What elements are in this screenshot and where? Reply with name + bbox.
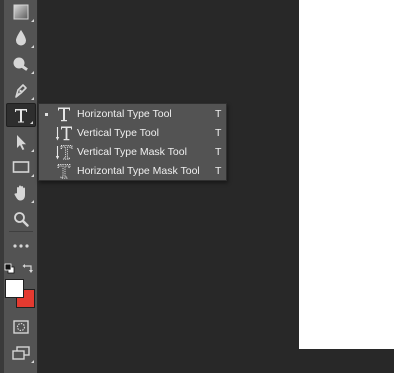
submenu-indicator xyxy=(31,71,34,74)
submenu-indicator xyxy=(31,174,34,177)
menu-item-label: Vertical Type Mask Tool xyxy=(77,146,187,158)
swap-colors-button[interactable] xyxy=(22,261,34,273)
menu-item-horizontal-type-mask-tool[interactable]: Horizontal Type Mask Tool T xyxy=(39,162,226,181)
toolbar-divider xyxy=(9,231,33,232)
submenu-indicator xyxy=(31,149,34,152)
shortcut-key: T xyxy=(215,127,222,139)
submenu-indicator xyxy=(31,45,34,48)
submenu-indicator xyxy=(31,200,34,203)
menu-item-label: Vertical Type Tool xyxy=(77,127,159,139)
arrow-icon xyxy=(17,134,26,150)
rectangle-tool-button[interactable] xyxy=(6,155,36,179)
menu-item-horizontal-type-tool[interactable]: Horizontal Type Tool T xyxy=(39,105,226,124)
magnifier-icon xyxy=(14,212,29,227)
menu-item-vertical-type-tool[interactable]: Vertical Type Tool T xyxy=(39,124,226,143)
ellipsis-icon xyxy=(13,244,29,248)
horizontal-type-mask-icon xyxy=(57,164,71,179)
quick-mask-button[interactable] xyxy=(6,315,36,339)
gradient-tool-button[interactable] xyxy=(6,0,36,24)
submenu-indicator xyxy=(31,360,34,363)
quick-mask-icon xyxy=(13,320,29,334)
type-icon xyxy=(15,108,27,122)
menu-item-label: Horizontal Type Mask Tool xyxy=(77,165,200,177)
vertical-type-mask-icon xyxy=(55,145,73,160)
drop-icon xyxy=(16,30,26,46)
screen-mode-icon xyxy=(12,346,30,360)
horizontal-type-icon xyxy=(58,107,70,122)
edit-toolbar-button[interactable] xyxy=(6,234,36,258)
zoom-tool-button[interactable] xyxy=(6,207,36,231)
path-selection-tool-button[interactable] xyxy=(6,130,36,154)
shortcut-key: T xyxy=(215,165,222,177)
hand-icon xyxy=(14,185,25,201)
default-colors-button[interactable] xyxy=(4,262,16,274)
blur-tool-button[interactable] xyxy=(6,26,36,50)
shortcut-key: T xyxy=(215,146,222,158)
rectangle-icon xyxy=(12,161,30,173)
pen-tool-button[interactable] xyxy=(6,78,36,102)
document-canvas[interactable] xyxy=(299,0,394,349)
hand-tool-button[interactable] xyxy=(6,181,36,205)
tools-panel xyxy=(4,0,38,373)
vertical-type-icon xyxy=(55,126,72,141)
gradient-icon xyxy=(13,4,29,20)
menu-item-label: Horizontal Type Tool xyxy=(77,108,172,120)
dodge-tool-button[interactable] xyxy=(6,52,36,76)
menu-item-vertical-type-mask-tool[interactable]: Vertical Type Mask Tool T xyxy=(39,143,226,162)
type-tool-button[interactable] xyxy=(6,103,36,127)
shortcut-key: T xyxy=(215,108,222,120)
screen-mode-button[interactable] xyxy=(6,341,36,365)
pen-icon xyxy=(15,83,27,98)
submenu-indicator xyxy=(30,121,33,124)
default-colors-icon xyxy=(4,263,15,274)
selected-bullet xyxy=(45,113,48,116)
submenu-indicator xyxy=(31,19,34,22)
foreground-color-swatch[interactable] xyxy=(5,279,24,298)
submenu-indicator xyxy=(31,97,34,100)
type-tool-flyout-menu: Horizontal Type Tool T Vertical Type Too… xyxy=(38,103,227,181)
dodge-icon xyxy=(13,57,28,71)
swap-arrows-icon xyxy=(22,264,33,273)
